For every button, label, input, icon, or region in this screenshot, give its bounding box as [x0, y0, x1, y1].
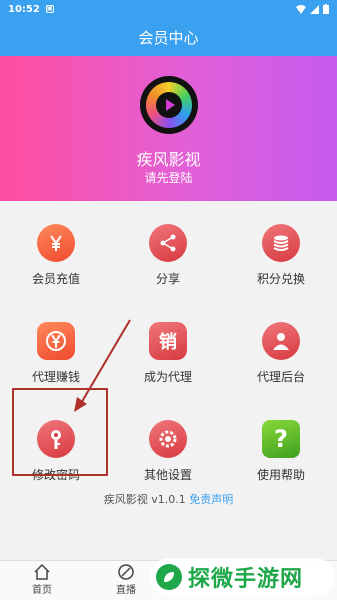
coins-icon — [262, 224, 300, 262]
home-icon — [34, 563, 50, 580]
profile-banner: 疾风影视 请先登陆 — [0, 56, 337, 201]
app-header: 会员中心 — [0, 18, 337, 56]
status-bar: 10:52 ▣ — [0, 0, 337, 18]
menu-item-agent-backend[interactable]: 代理后台 — [225, 306, 337, 416]
watermark-badge: 探微手游网 — [150, 558, 335, 596]
settings-icon — [149, 420, 187, 458]
help-icon: ? — [262, 420, 300, 458]
menu-item-label: 分享 — [155, 272, 180, 286]
play-icon — [156, 92, 182, 118]
yen-wallet-icon — [37, 322, 75, 360]
app-name: 疾风影视 — [136, 150, 201, 169]
watermark-text: 探微手游网 — [188, 567, 304, 592]
status-time: 10:52 — [8, 3, 40, 15]
page-title: 会员中心 — [138, 28, 199, 47]
menu-item-become-agent[interactable]: 销 成为代理 — [112, 306, 224, 416]
logo-ring — [146, 82, 192, 128]
menu-item-label: 使用帮助 — [256, 468, 305, 482]
nav-label: 直播 — [116, 585, 136, 596]
wifi-icon — [296, 4, 306, 14]
live-icon — [118, 564, 134, 580]
menu-item-points-exchange[interactable]: 积分兑换 — [225, 208, 337, 318]
battery-icon — [323, 4, 329, 14]
menu-item-label: 会员充值 — [31, 272, 80, 286]
menu-item-label: 代理赚钱 — [31, 370, 80, 384]
share-icon — [149, 224, 187, 262]
disclaimer-link[interactable]: 免责声明 — [189, 493, 233, 506]
menu-item-label: 代理后台 — [256, 370, 305, 384]
nav-item-home[interactable]: 首页 — [22, 563, 62, 596]
menu-item-recharge[interactable]: 会员充值 — [0, 208, 112, 318]
sale-glyph: 销 — [159, 332, 177, 353]
login-link[interactable]: 请先登陆 — [0, 169, 337, 186]
menu-item-share[interactable]: 分享 — [112, 208, 224, 318]
sale-icon: 销 — [149, 322, 187, 360]
nav-item-live[interactable]: 直播 — [106, 563, 146, 596]
app-logo[interactable] — [140, 76, 198, 134]
user-icon — [262, 322, 300, 360]
version-info: 疾风影视 v1.0.1 免责声明 — [0, 491, 337, 507]
leaf-icon — [156, 564, 182, 590]
nav-label: 首页 — [32, 585, 52, 596]
version-text: 疾风影视 v1.0.1 — [103, 493, 186, 506]
help-glyph: ? — [274, 425, 288, 453]
status-icons — [296, 4, 329, 14]
menu-item-label: 积分兑换 — [256, 272, 305, 286]
signal-icon — [310, 4, 319, 14]
yen-icon — [37, 224, 75, 262]
menu-item-label: 成为代理 — [143, 370, 192, 384]
notification-icon: ▣ — [45, 5, 54, 13]
highlight-box — [12, 388, 108, 476]
menu-item-label: 其他设置 — [143, 468, 192, 482]
